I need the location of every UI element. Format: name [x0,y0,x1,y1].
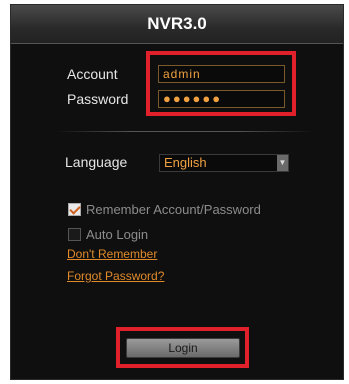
remember-label: Remember Account/Password [86,202,261,217]
login-highlight-box [116,327,249,368]
language-label: Language [65,154,128,170]
password-label: Password [67,91,129,107]
dialog-title: NVR3.0 [11,5,343,44]
language-select[interactable]: English ▼ [159,154,289,172]
login-dialog: NVR3.0 Account admin Password ●●●●●● Lan… [10,4,344,380]
account-label: Account [67,66,118,82]
chevron-down-icon[interactable]: ▼ [277,155,288,171]
remember-checkbox[interactable] [68,203,81,216]
auto-login-checkbox[interactable] [68,228,81,241]
forgot-password-link[interactable]: Forgot Password? [67,269,164,283]
divider [55,131,315,132]
language-selected-value: English [164,155,207,170]
checkmark-icon [69,203,81,215]
credentials-highlight-box [146,51,296,116]
auto-login-label: Auto Login [86,227,149,242]
dont-remember-link[interactable]: Don't Remember [67,247,157,261]
